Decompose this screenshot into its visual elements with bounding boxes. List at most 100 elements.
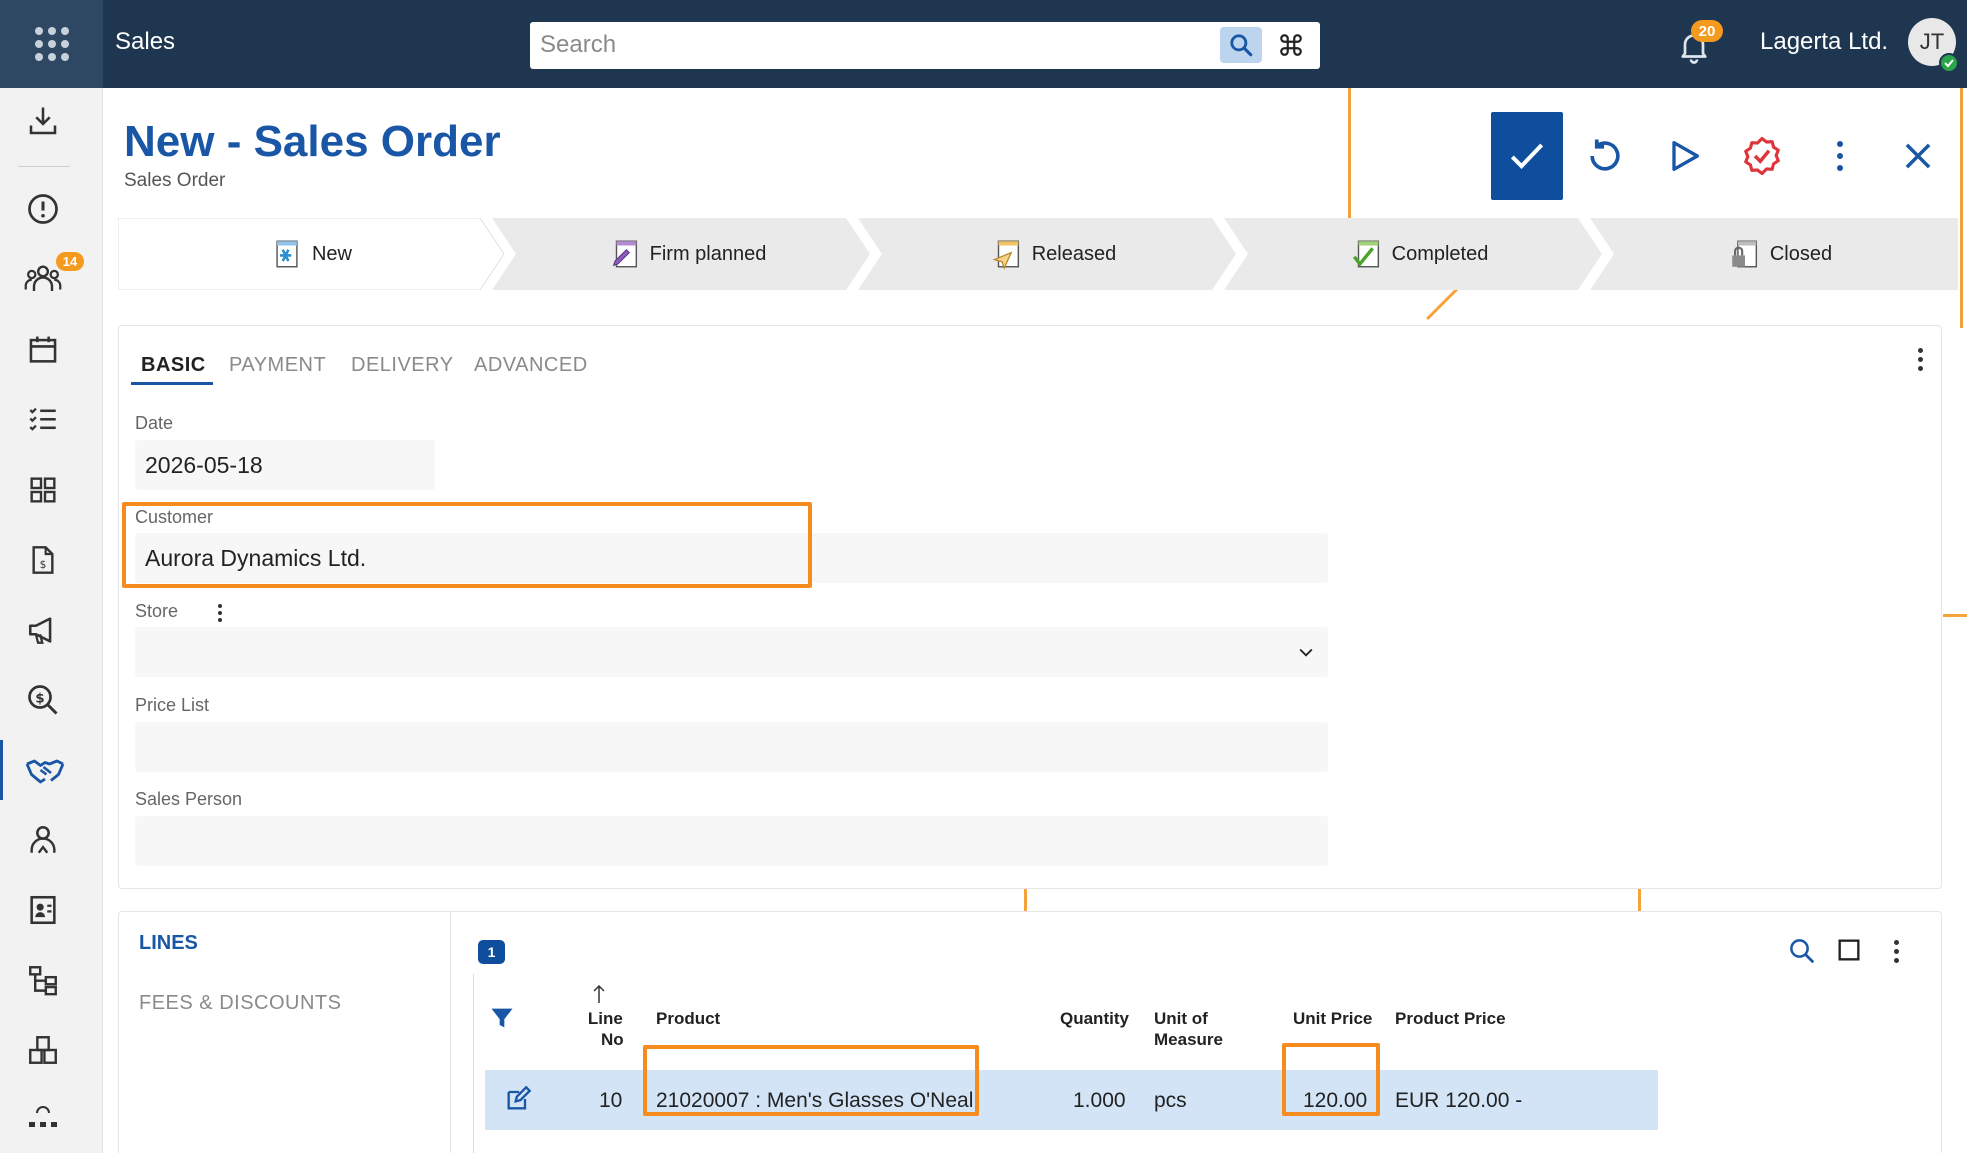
top-bar: Sales 20 Lagerta Ltd. JT <box>0 0 1967 88</box>
svg-text:$: $ <box>35 690 44 706</box>
document-icon: $ <box>32 546 54 574</box>
cell-uom[interactable]: pcs <box>1154 1089 1187 1113</box>
apps-grid-icon <box>34 27 69 61</box>
lines-nav-item[interactable]: LINES <box>139 932 198 955</box>
search-input[interactable] <box>540 28 1190 62</box>
cell-unit-price[interactable]: 120.00 <box>1303 1089 1367 1113</box>
cell-product[interactable]: 21020007 : Men's Glasses O'Neal <box>656 1089 973 1113</box>
status-step-new[interactable]: New <box>118 218 504 290</box>
status-step-closed[interactable]: Closed <box>1602 218 1958 290</box>
edit-icon <box>507 1085 532 1110</box>
lines-search-button[interactable] <box>1787 936 1819 968</box>
save-button[interactable] <box>1491 112 1563 200</box>
close-button[interactable] <box>1882 112 1954 200</box>
new-document-icon <box>276 240 298 268</box>
sidebar-item-sales[interactable] <box>0 740 86 800</box>
customer-label: Customer <box>135 507 214 527</box>
tab-payment[interactable]: PAYMENT <box>229 354 326 377</box>
sidebar-badge: 14 <box>56 252 84 271</box>
sidebar-item-tasks[interactable] <box>0 390 86 450</box>
check-document-icon <box>1352 240 1379 268</box>
company-name[interactable]: Lagerta Ltd. <box>1760 28 1888 56</box>
form-more-button[interactable] <box>1918 348 1923 371</box>
order-form-card: BASIC PAYMENT DELIVERY ADVANCED Date 202… <box>118 325 1942 889</box>
sidebar-item-campaigns[interactable] <box>0 600 86 660</box>
calendar-icon <box>29 336 57 363</box>
sidebar-item-alerts[interactable] <box>0 179 86 239</box>
price-list-field[interactable] <box>135 722 1328 772</box>
column-header-unit-price[interactable]: Unit Price <box>1293 1008 1372 1029</box>
sidebar-item-contacts[interactable] <box>0 880 86 940</box>
sort-asc-icon <box>592 984 606 1009</box>
active-tab-indicator <box>131 382 213 385</box>
chevron-down-icon <box>1299 648 1313 657</box>
global-search <box>530 22 1320 69</box>
sidebar-item-hierarchy[interactable] <box>0 950 86 1010</box>
undo-button[interactable] <box>1569 112 1641 200</box>
status-step-label: New <box>311 242 352 265</box>
badge-check-icon <box>1744 136 1780 176</box>
filter-button[interactable] <box>488 1004 516 1037</box>
command-button[interactable] <box>1270 27 1312 63</box>
sidebar-item-people[interactable] <box>0 810 86 870</box>
background-decoration <box>1960 88 1963 328</box>
tab-basic[interactable]: BASIC <box>141 354 206 377</box>
search-icon <box>1230 34 1253 57</box>
sidebar-item-dashboard[interactable] <box>0 460 86 520</box>
validate-button[interactable] <box>1726 112 1798 200</box>
column-header-text: Line <box>587 1009 623 1028</box>
hierarchy-icon <box>29 966 57 996</box>
status-step-label: Released <box>1031 242 1117 265</box>
column-header-uom[interactable]: Unit of Measure <box>1154 1008 1223 1050</box>
send-document-icon <box>992 240 1019 270</box>
command-key-icon <box>1280 34 1302 56</box>
dashboard-grid-icon <box>30 477 56 503</box>
app-title: Sales <box>115 28 176 55</box>
status-step-firm-planned[interactable]: Firm planned <box>504 218 870 290</box>
column-header-line-no[interactable]: Line No <box>587 1008 624 1050</box>
cell-line-no: 10 <box>599 1089 623 1112</box>
search-icon <box>1790 939 1815 964</box>
more-actions-button[interactable] <box>1804 112 1876 200</box>
lines-more-button[interactable] <box>1894 940 1899 963</box>
edit-row-button[interactable] <box>504 1085 532 1118</box>
dollar-search-icon: $ <box>28 685 58 715</box>
sales-person-field[interactable] <box>135 816 1328 866</box>
column-header-product-price[interactable]: Product Price <box>1395 1008 1506 1029</box>
background-decoration <box>1348 88 1351 218</box>
run-button[interactable] <box>1648 112 1720 200</box>
column-header-product[interactable]: Product <box>656 1008 720 1029</box>
store-options-button[interactable] <box>218 604 222 622</box>
main-content: New - Sales Order Sales Order New Firm p… <box>103 88 1967 1153</box>
search-button[interactable] <box>1220 27 1262 63</box>
fees-discounts-nav-item[interactable]: FEES & DISCOUNTS <box>139 992 341 1015</box>
sidebar-item-downloads[interactable] <box>0 91 86 151</box>
sidebar-item-calendar[interactable] <box>0 320 86 380</box>
megaphone-icon <box>28 617 52 644</box>
cell-quantity[interactable]: 1.000 <box>1073 1089 1126 1113</box>
background-decoration <box>1024 888 1027 912</box>
download-tray-icon <box>29 107 57 135</box>
tab-delivery[interactable]: DELIVERY <box>351 354 454 377</box>
column-header-text: Unit of <box>1154 1009 1208 1028</box>
lines-expand-button[interactable] <box>1835 936 1867 968</box>
price-list-label: Price List <box>135 695 210 715</box>
notification-count-badge: 20 <box>1691 20 1723 42</box>
store-select[interactable] <box>135 627 1328 677</box>
page-title: New - Sales Order <box>124 117 501 166</box>
sidebar-item-documents[interactable]: $ <box>0 530 86 590</box>
sidebar-more-button[interactable] <box>0 1091 86 1143</box>
date-field[interactable]: 2026-05-18 <box>135 440 435 490</box>
status-step-released[interactable]: Released <box>870 218 1236 290</box>
sidebar-item-inventory[interactable] <box>0 1020 86 1080</box>
alert-circle-icon <box>28 194 58 224</box>
column-header-quantity[interactable]: Quantity <box>1060 1008 1129 1029</box>
sidebar: 14 $ $ <box>0 88 103 1153</box>
cell-product-price: EUR 120.00 - <box>1395 1089 1523 1112</box>
app-launcher-button[interactable] <box>0 0 103 88</box>
status-step-completed[interactable]: Completed <box>1236 218 1602 290</box>
customer-field[interactable]: Aurora Dynamics Ltd. <box>135 533 1328 583</box>
user-icon <box>30 825 56 854</box>
tab-advanced[interactable]: ADVANCED <box>474 354 588 377</box>
sidebar-item-price-search[interactable]: $ <box>0 670 86 730</box>
